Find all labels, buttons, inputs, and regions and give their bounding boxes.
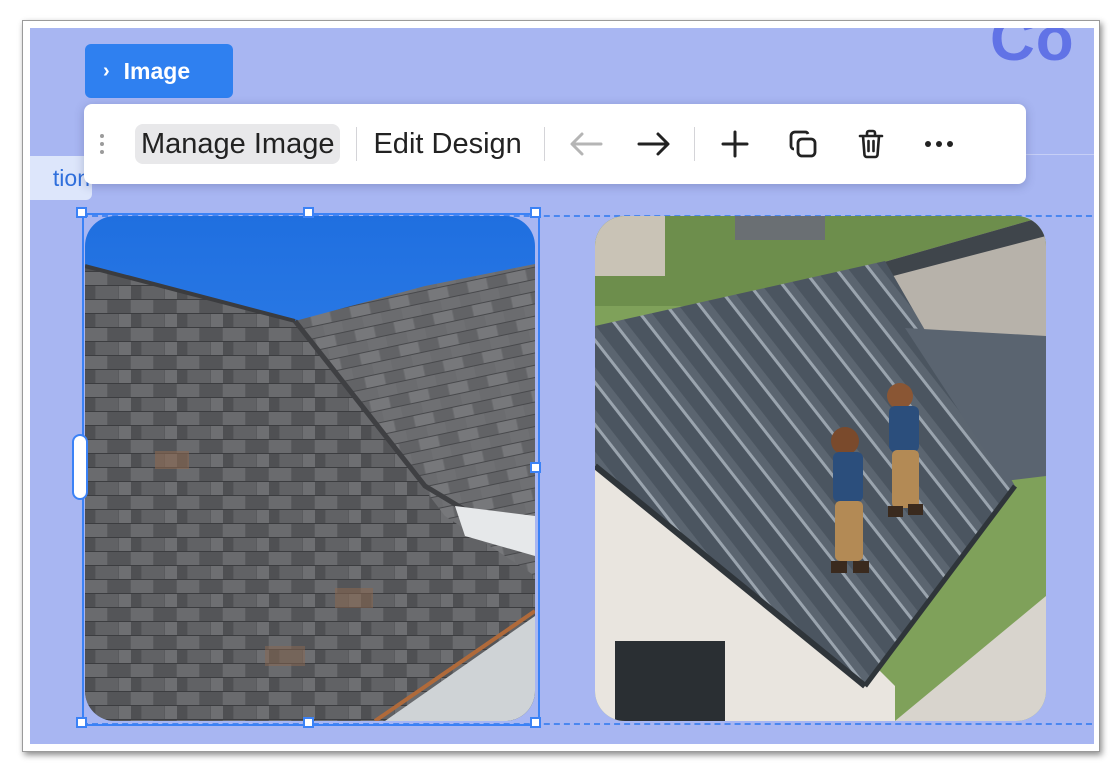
trash-icon[interactable] xyxy=(848,121,894,167)
plus-icon[interactable] xyxy=(712,121,758,167)
divider-line xyxy=(1026,154,1094,155)
section-heading-fragment: Co xyxy=(990,28,1075,74)
editor-canvas: Co tion › Image Manage Image Edit Design xyxy=(30,28,1094,744)
resize-handle-bottom[interactable] xyxy=(303,717,314,728)
shingle-roof-photo[interactable] xyxy=(85,216,535,721)
drag-handle-icon[interactable] xyxy=(87,134,117,154)
element-type-label: Image xyxy=(123,57,191,84)
manage-image-button[interactable]: Manage Image xyxy=(135,124,341,164)
resize-handle-left[interactable] xyxy=(72,434,88,500)
arrow-right-icon[interactable] xyxy=(631,121,677,167)
duplicate-icon[interactable] xyxy=(780,121,826,167)
toolbar-divider xyxy=(693,127,695,161)
arrow-left-icon[interactable] xyxy=(563,121,609,167)
resize-handle-top-right[interactable] xyxy=(530,207,541,218)
resize-handle-top-left[interactable] xyxy=(76,207,87,218)
edit-design-button[interactable]: Edit Design xyxy=(367,124,527,164)
resize-handle-right[interactable] xyxy=(530,462,541,473)
section-label-tag[interactable]: tion xyxy=(30,156,92,200)
resize-handle-top[interactable] xyxy=(303,207,314,218)
floating-toolbar: Manage Image Edit Design xyxy=(84,104,1026,184)
chevron-right-icon: › xyxy=(103,60,110,82)
metal-roof-workers-photo[interactable] xyxy=(595,216,1046,721)
resize-handle-bottom-left[interactable] xyxy=(76,717,87,728)
toolbar-divider xyxy=(356,127,358,161)
resize-handle-bottom-right[interactable] xyxy=(530,717,541,728)
element-type-chip[interactable]: › Image xyxy=(85,44,233,98)
toolbar-divider xyxy=(543,127,545,161)
more-icon[interactable] xyxy=(916,121,962,167)
